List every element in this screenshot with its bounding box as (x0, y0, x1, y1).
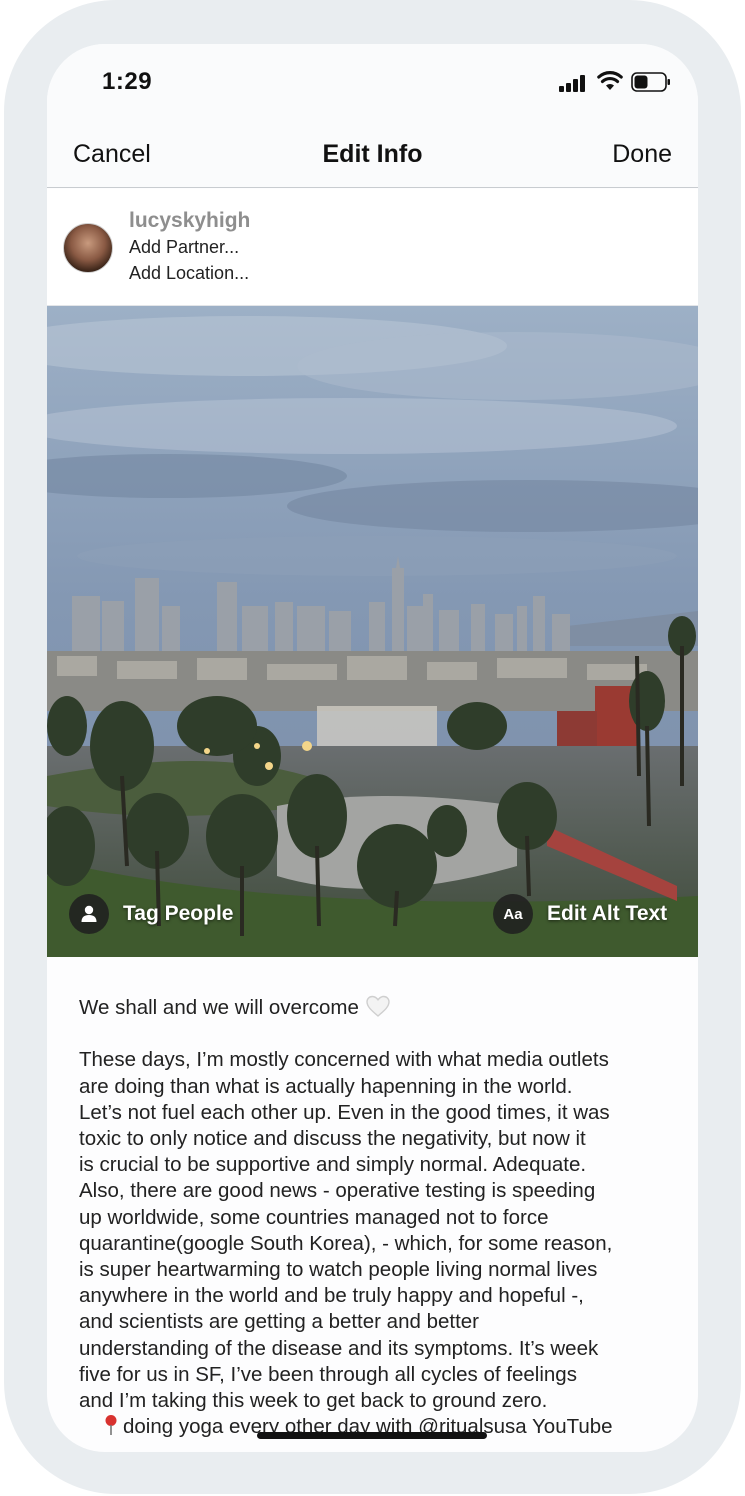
page-title: Edit Info (322, 140, 423, 168)
caption-line: and I’m taking this week to get back to … (79, 1389, 548, 1413)
caption-line: These days, I’m mostly concerned with wh… (79, 1048, 609, 1072)
avatar (63, 223, 113, 273)
username: lucyskyhigh (129, 209, 251, 232)
caption-line: five for us in SF, I’ve been through all… (79, 1362, 577, 1386)
status-time: 1:29 (102, 68, 153, 95)
navigation-bar: Cancel Edit Info Done (47, 124, 698, 188)
city-skyline-photo (47, 306, 698, 957)
tag-people-label: Tag People (123, 902, 234, 925)
done-button[interactable]: Done (612, 140, 672, 169)
caption-line: are doing than what is actually hapennin… (79, 1074, 573, 1098)
caption-line: is super heartwarming to watch people li… (79, 1258, 598, 1282)
caption-line: is crucial to be supportive and simply n… (79, 1153, 587, 1177)
round-pushpin-icon (105, 1415, 117, 1436)
caption-line: understanding of the disease and its sym… (79, 1336, 599, 1360)
alt-text-icon: Aa (493, 894, 533, 934)
home-indicator[interactable] (257, 1432, 487, 1439)
caption-line: toxic to only notice and discuss the neg… (79, 1127, 586, 1150)
cellular-signal-icon (559, 74, 587, 92)
person-icon (69, 894, 109, 934)
wifi-icon (597, 71, 623, 90)
account-section: lucyskyhigh Add Partner... Add Location.… (47, 189, 698, 306)
add-partner-link[interactable]: Add Partner... (129, 237, 239, 258)
battery-icon (631, 72, 670, 92)
edit-alt-text-button[interactable]: Aa Edit Alt Text (493, 894, 667, 934)
white-heart-icon (366, 995, 390, 1017)
caption-line: Also, there are good news - operative te… (79, 1179, 596, 1203)
caption-first-line: We shall and we will overcome (79, 994, 679, 1021)
caption-line: and scientists are getting a better and … (79, 1310, 480, 1334)
caption-line: up worldwide, some countries managed not… (79, 1205, 549, 1229)
add-location-link[interactable]: Add Location... (129, 263, 249, 284)
caption-line: quarantine(google South Korea), - which,… (79, 1231, 613, 1255)
edit-alt-text-label: Edit Alt Text (547, 902, 668, 925)
phone-screen: 1:29 Cancel Edit Info Done lucyskyhigh A… (47, 44, 698, 1452)
caption-text-area[interactable]: We shall and we will overcome These days… (79, 994, 679, 1440)
status-bar: 1:29 (47, 44, 698, 124)
post-photo: Tag People Aa Edit Alt Text (47, 306, 698, 957)
caption-line: anywhere in the world and be truly happy… (79, 1284, 584, 1308)
caption-line: Let’s not fuel each other up. Even in th… (79, 1100, 610, 1124)
tag-people-button[interactable]: Tag People (69, 894, 233, 934)
